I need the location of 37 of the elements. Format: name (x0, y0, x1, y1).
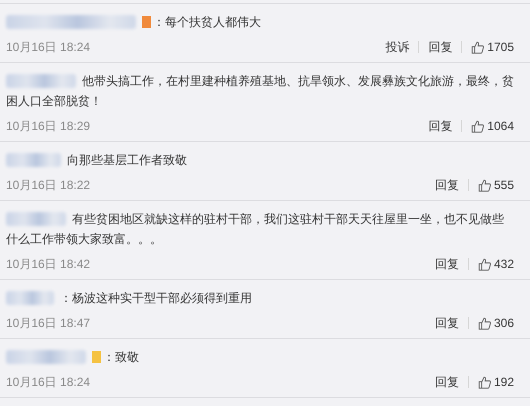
comment-text: 他带头搞工作，在村里建种植养殖基地、抗旱领水、发展彝族文化旅游，最终，贫 (82, 73, 514, 90)
comment-time: 10月16日 18:22 (6, 176, 90, 194)
action-link[interactable]: 回复 (434, 374, 459, 390)
like-count: 555 (494, 178, 514, 192)
like-count: 1705 (487, 40, 514, 54)
action-link[interactable]: 回复 (434, 314, 459, 332)
comment-time: 10月16日 18:24 (6, 374, 90, 390)
like-count: 432 (494, 257, 514, 271)
thumbs-up-icon[interactable] (478, 178, 491, 192)
thumbs-up-icon[interactable] (478, 316, 491, 330)
comment-time: 10月16日 18:47 (6, 314, 90, 332)
comment-time: 10月16日 18:24 (6, 38, 90, 56)
action-link[interactable]: 投诉 (385, 38, 410, 56)
comment-text: 困人口全部脱贫！ (6, 93, 102, 110)
like-count: 306 (494, 316, 514, 330)
like-count: 1064 (487, 119, 514, 133)
like-count: 192 (494, 375, 514, 389)
comment-text: 有些贫困地区就缺这样的驻村干部，我们这驻村干部天天往屋里一坐，也不见做些 (72, 211, 504, 228)
action-link[interactable]: 回复 (434, 256, 459, 272)
thumbs-up-icon[interactable] (478, 376, 491, 388)
thumbs-up-icon[interactable] (478, 258, 491, 270)
comment-time: 10月16日 18:29 (6, 118, 90, 134)
thumbs-up-icon[interactable] (471, 40, 484, 54)
comment-text: ：致敬 (103, 349, 139, 366)
action-link[interactable]: 回复 (428, 118, 452, 134)
blurred-username (6, 74, 76, 88)
action-link[interactable]: 回复 (428, 38, 452, 56)
blurred-username (6, 212, 66, 226)
thumbs-up-icon[interactable] (471, 120, 484, 132)
comment-text: 什么工作带领大家致富。。。 (6, 231, 162, 248)
action-link[interactable]: 回复 (434, 176, 459, 194)
comment-text: ：每个扶贫人都伟大 (153, 14, 261, 31)
comment-text: ：杨波这种实干型干部必须得到重用 (60, 290, 252, 307)
comment-time: 10月16日 18:42 (6, 256, 90, 272)
blurred-username (6, 291, 54, 305)
comment-text: 向那些基层工作者致敬 (67, 152, 187, 169)
blurred-username (6, 153, 61, 167)
